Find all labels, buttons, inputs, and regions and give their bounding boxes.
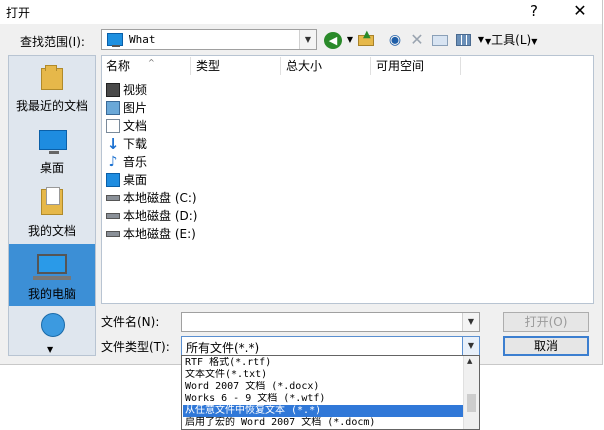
open-button[interactable]: 打开(O)	[503, 312, 589, 332]
file-type-option[interactable]: Word 2007 文档 (*.docx)	[183, 381, 466, 393]
views-icon[interactable]	[455, 31, 473, 49]
drive-icon	[106, 231, 120, 237]
new-folder-icon[interactable]	[430, 31, 450, 49]
chevron-down-icon[interactable]: ▼	[462, 337, 479, 355]
tools-menu-label: 工具(L)	[491, 33, 532, 47]
file-type-option[interactable]: RTF 格式(*.rtf)	[183, 357, 466, 369]
file-type-option[interactable]: Works 6 - 9 文档 (*.wtf)	[183, 393, 466, 405]
drive-icon	[106, 213, 120, 219]
recent-documents-icon	[41, 65, 63, 90]
dropdown-scrollbar[interactable]: ▲	[463, 356, 479, 429]
video-folder-icon	[106, 83, 120, 97]
desktop-folder-icon	[107, 33, 123, 47]
file-type-option[interactable]: 文本文件(*.txt)	[183, 369, 466, 381]
file-list[interactable]: 名称 ^ 类型 总大小 可用空间 视频 图片 文档 ↓ 下载 ♪ 音乐 桌面 本地磁盘…	[101, 55, 594, 304]
look-in-combo[interactable]: What ▼	[101, 29, 317, 50]
search-web-icon[interactable]: ◉	[386, 31, 404, 49]
scroll-down-icon[interactable]: ▼	[47, 345, 53, 354]
music-folder-icon: ♪	[108, 154, 118, 170]
sort-ascending-icon: ^	[148, 58, 155, 67]
tools-menu[interactable]: ▼工具(L)▼	[485, 31, 541, 49]
chevron-down-icon[interactable]: ▼	[299, 30, 316, 49]
place-label: 我最近的文档	[15, 99, 88, 113]
file-type-label: 文件类型(T):	[101, 340, 170, 354]
cancel-button[interactable]: 取消	[503, 336, 589, 356]
scroll-up-icon[interactable]: ▲	[467, 357, 472, 365]
network-icon	[41, 313, 65, 337]
my-documents-icon	[41, 187, 63, 215]
desktop-folder-icon	[106, 173, 120, 187]
place-label: 我的文档	[27, 224, 76, 238]
close-button[interactable]: ✕	[560, 0, 600, 24]
scrollbar-thumb[interactable]	[467, 394, 476, 412]
column-header-free-space[interactable]: 可用空间	[376, 57, 424, 75]
look-in-value: What	[129, 33, 156, 46]
file-name-label: 文件名(N):	[101, 315, 160, 329]
column-header-type[interactable]: 类型	[196, 57, 220, 75]
file-type-option-selected[interactable]: 从任意文件中恢复文本 (*.*)	[183, 405, 466, 417]
help-button[interactable]: ?	[514, 0, 554, 24]
documents-folder-icon	[106, 119, 120, 133]
place-desktop[interactable]: 桌面	[9, 118, 95, 180]
up-folder-icon[interactable]: ▲	[356, 30, 376, 49]
pictures-folder-icon	[106, 101, 120, 115]
back-icon[interactable]: ◀	[324, 32, 342, 49]
place-my-computer[interactable]: 我的电脑	[9, 244, 95, 306]
file-type-dropdown-list[interactable]: RTF 格式(*.rtf) 文本文件(*.txt) Word 2007 文档 (…	[181, 355, 480, 430]
chevron-down-icon[interactable]: ▼	[462, 313, 479, 331]
computer-icon	[33, 254, 71, 280]
downloads-folder-icon: ↓	[106, 135, 120, 153]
place-label: 桌面	[39, 161, 64, 175]
place-label: 我的电脑	[27, 287, 76, 301]
open-file-dialog: 打开 ? ✕ 查找范围(I): What ▼ ◀ ▼ ▲ ◉ ✕ ▼ ▼工具(L…	[0, 0, 603, 365]
file-name-field[interactable]: ▼	[181, 312, 480, 332]
window-title: 打开	[6, 6, 31, 20]
delete-icon[interactable]: ✕	[408, 31, 426, 49]
file-type-value: 所有文件(*.*)	[186, 341, 260, 355]
file-type-select[interactable]: 所有文件(*.*) ▼	[181, 336, 480, 356]
place-recent-documents[interactable]: 我最近的文档	[9, 56, 95, 118]
place-my-documents[interactable]: 我的文档	[9, 181, 95, 243]
desktop-icon	[39, 130, 67, 154]
places-bar: 我最近的文档 桌面 我的文档 我的电脑 ▼	[8, 55, 96, 356]
drive-icon	[106, 195, 120, 201]
file-type-option[interactable]: 启用了宏的 Word 2007 文档 (*.docm)	[183, 417, 466, 429]
back-dropdown-icon[interactable]: ▼	[345, 31, 355, 49]
look-in-label: 查找范围(I):	[20, 35, 85, 49]
column-header-total-size[interactable]: 总大小	[286, 57, 322, 75]
title-bar: 打开 ? ✕	[0, 0, 602, 24]
column-header-name[interactable]: 名称 ^	[106, 57, 155, 75]
